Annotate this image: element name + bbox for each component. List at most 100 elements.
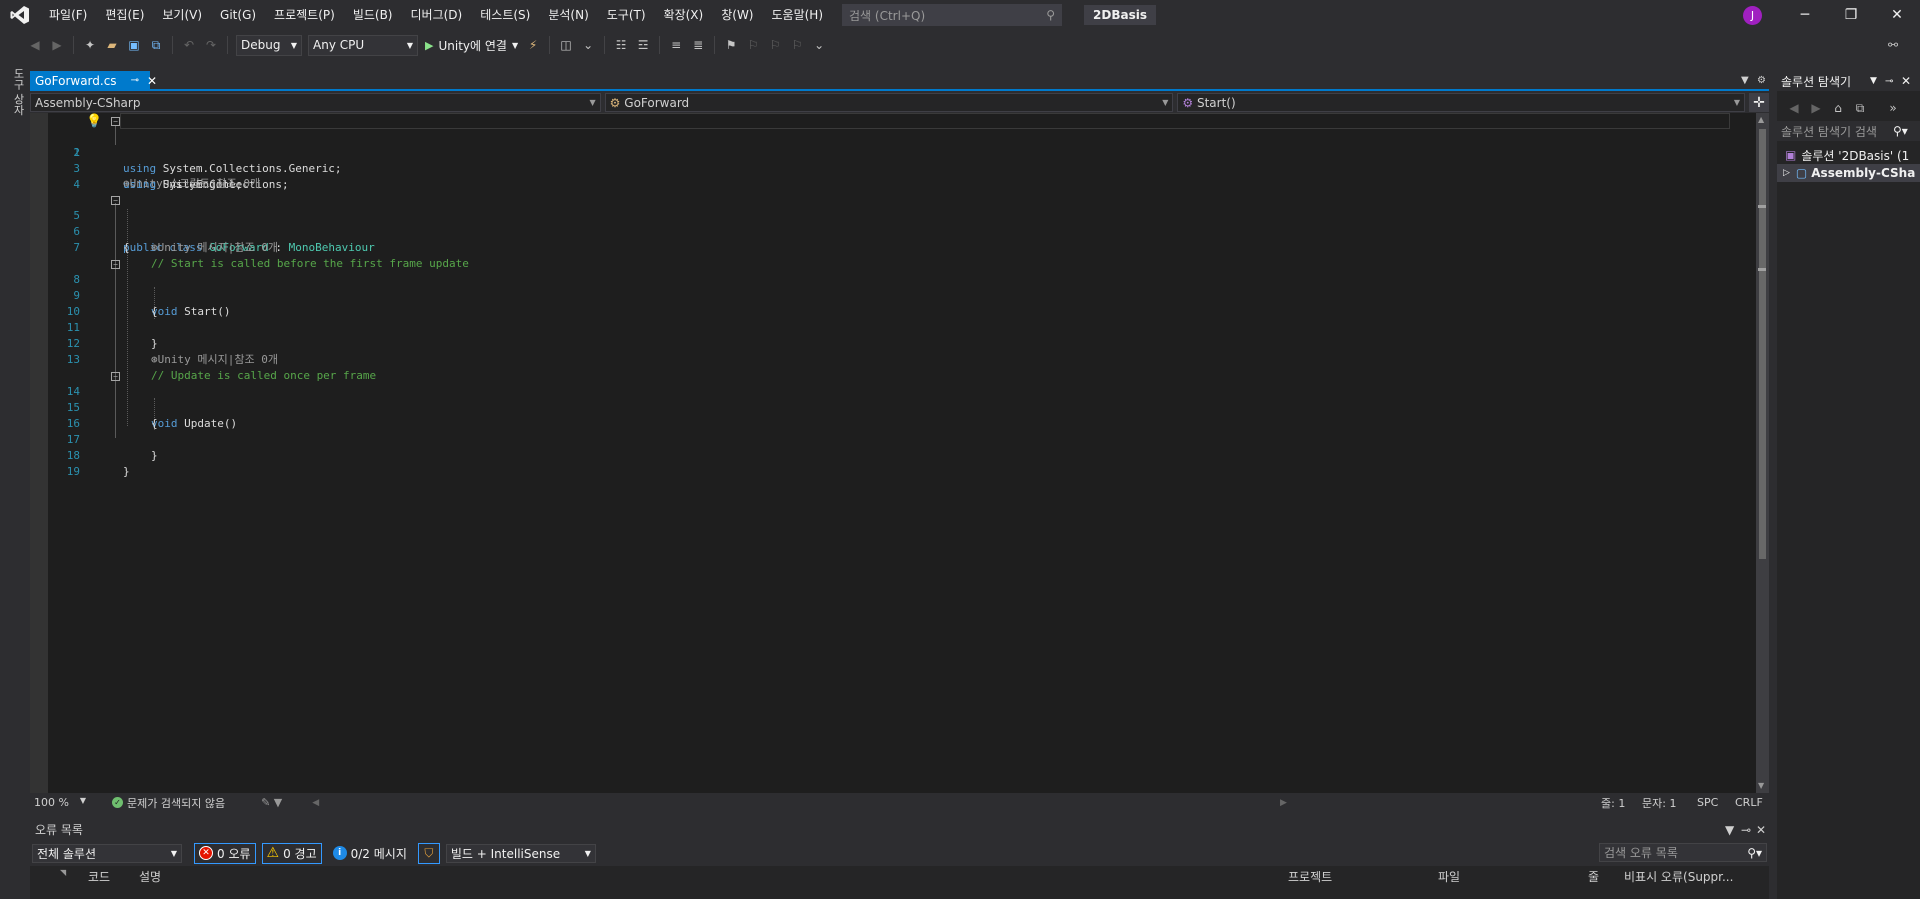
minimize-icon[interactable]: ─ — [1782, 0, 1828, 30]
source-select[interactable]: 빌드 + IntelliSense ▼ — [445, 843, 596, 863]
save-icon[interactable]: ▣ — [124, 35, 144, 55]
solution-explorer-search-input[interactable]: 솔루션 탐색기 검색 ⚲▾ — [1777, 121, 1920, 141]
search-icon[interactable]: ⚲ — [1046, 8, 1055, 22]
editor-vertical-scrollbar[interactable]: ▲ ▼ — [1756, 113, 1769, 793]
column-description[interactable]: 설명 — [139, 868, 161, 885]
configuration-select[interactable]: Debug ▼ — [236, 34, 302, 56]
scroll-up-icon[interactable]: ▲ — [1758, 115, 1764, 124]
live-share-icon[interactable]: ⚯ — [1883, 35, 1903, 55]
code-editor[interactable]: 💡 1 − using System.Collections; 2 using … — [30, 113, 1756, 793]
member-dropdown[interactable]: ⚙ Start() ▼ — [1177, 93, 1746, 112]
toolbar-options-icon[interactable]: ⌄ — [809, 35, 829, 55]
collapse-icon[interactable]: − — [111, 117, 120, 126]
column-indicator[interactable]: 문자: 1 — [1642, 795, 1676, 811]
window-position-icon[interactable]: ▼ — [1725, 823, 1734, 837]
collapse-icon[interactable]: − — [111, 372, 120, 381]
menu-edit[interactable]: 편집(E) — [96, 0, 153, 30]
codelens-start[interactable]: ⊛Unity 메시지|참조 0개 — [151, 240, 278, 256]
undo-icon[interactable]: ↶ — [179, 35, 199, 55]
prev-bookmark-icon[interactable]: ⚐ — [743, 35, 763, 55]
back-icon[interactable]: ◀ — [25, 35, 45, 55]
browser-link-icon[interactable]: ◫ — [556, 35, 576, 55]
menu-project[interactable]: 프로젝트(P) — [265, 0, 344, 30]
pin-icon[interactable]: ⊸ — [1885, 76, 1893, 87]
menu-extensions[interactable]: 확장(X) — [655, 0, 713, 30]
menu-test[interactable]: 테스트(S) — [471, 0, 539, 30]
window-position-icon[interactable]: ▼ — [1870, 76, 1877, 86]
toolbar-overflow-icon[interactable]: » — [1883, 98, 1903, 118]
search-icon[interactable]: ⚲▾ — [1889, 124, 1908, 138]
menu-tools[interactable]: 도구(T) — [598, 0, 655, 30]
sort-icon[interactable]: ◥ — [60, 868, 66, 877]
close-icon[interactable]: ✕ — [1901, 74, 1911, 88]
new-item-icon[interactable]: ✦ — [80, 35, 100, 55]
tab-list-icon[interactable]: ▼ — [1741, 71, 1749, 91]
next-bookmark-icon[interactable]: ⚐ — [765, 35, 785, 55]
scroll-down-icon[interactable]: ▼ — [1758, 781, 1764, 790]
menu-debug[interactable]: 디버그(D) — [402, 0, 472, 30]
menu-build[interactable]: 빌드(B) — [344, 0, 402, 30]
chevron-down-icon[interactable]: ▼ — [512, 41, 518, 50]
pin-icon[interactable]: ⊸ — [131, 75, 139, 86]
health-indicator[interactable]: ✓ 문제가 검색되지 않음 — [112, 795, 225, 811]
visual-studio-logo-icon[interactable] — [0, 0, 40, 30]
tab-goforward[interactable]: GoForward.cs ⊸ ✕ — [30, 71, 157, 90]
messages-filter-button[interactable]: i 0/2 메시지 — [328, 843, 412, 864]
scope-select[interactable]: 전체 솔루션 ▼ — [32, 843, 182, 863]
line-ending-indicator[interactable]: CRLF — [1735, 796, 1763, 809]
column-code[interactable]: 코드 — [88, 868, 110, 885]
search-input[interactable]: 검색 (Ctrl+Q) ⚲ — [842, 4, 1063, 26]
tree-item-project[interactable]: ▷ ▢ Assembly-CSha — [1777, 164, 1920, 182]
hot-reload-icon[interactable]: ⚡ — [523, 35, 543, 55]
scrollbar-thumb[interactable] — [1759, 129, 1766, 559]
errors-filter-button[interactable]: ✕ 0 오류 — [194, 842, 256, 864]
menu-file[interactable]: 파일(F) — [40, 0, 96, 30]
menu-analyze[interactable]: 분석(N) — [539, 0, 597, 30]
back-icon[interactable]: ◀ — [1784, 98, 1804, 118]
filter-icon[interactable]: ⛉ — [417, 842, 440, 864]
uncomment-icon[interactable]: ≣ — [688, 35, 708, 55]
switch-views-icon[interactable]: ⧉ — [1850, 98, 1870, 118]
column-suppression[interactable]: 비표시 오류(Suppr... — [1624, 868, 1733, 885]
tree-item-solution[interactable]: ▣ 솔루션 '2DBasis' (1 — [1785, 146, 1909, 164]
zoom-select[interactable]: 100 % ▼ — [30, 796, 90, 809]
split-window-icon[interactable]: ✛ — [1749, 93, 1769, 112]
codelens-class[interactable]: ⊛Unity 스크립트|참조 0개 — [123, 176, 260, 192]
scroll-left-icon[interactable]: ◀ — [312, 798, 319, 808]
toolbar-overflow-icon[interactable]: ⌄ — [578, 35, 598, 55]
gear-icon[interactable]: ⚙ — [1757, 71, 1766, 91]
line-indicator[interactable]: 줄: 1 — [1601, 795, 1625, 811]
restore-icon[interactable]: ❐ — [1828, 0, 1874, 30]
project-dropdown[interactable]: Assembly-CSharp ▼ — [30, 93, 601, 112]
search-icon[interactable]: ⚲▾ — [1747, 846, 1762, 860]
menu-view[interactable]: 보기(V) — [153, 0, 211, 30]
close-icon[interactable]: ✕ — [1756, 823, 1766, 837]
cleanup-icon[interactable]: ✎ ▼ — [261, 796, 282, 809]
expand-icon[interactable]: ▷ — [1783, 168, 1790, 178]
error-list-search-input[interactable]: 검색 오류 목록 ⚲▾ — [1599, 843, 1767, 862]
toolbox-tab[interactable]: 도구 상자 — [10, 68, 26, 116]
redo-icon[interactable]: ↷ — [201, 35, 221, 55]
column-project[interactable]: 프로젝트 — [1288, 868, 1332, 885]
close-tab-icon[interactable]: ✕ — [147, 74, 157, 88]
save-all-icon[interactable]: ⧉ — [146, 35, 166, 55]
avatar[interactable]: J — [1743, 6, 1762, 25]
forward-icon[interactable]: ▶ — [1806, 98, 1826, 118]
platform-select[interactable]: Any CPU ▼ — [308, 34, 418, 56]
clear-bookmarks-icon[interactable]: ⚐ — [787, 35, 807, 55]
forward-icon[interactable]: ▶ — [47, 35, 67, 55]
column-line[interactable]: 줄 — [1588, 868, 1599, 885]
close-icon[interactable]: ✕ — [1874, 0, 1920, 30]
collapse-icon[interactable]: − — [111, 196, 120, 205]
attach-unity-button[interactable]: ▶ Unity에 연결 ▼ — [421, 37, 522, 54]
class-view-icon[interactable]: ☲ — [633, 35, 653, 55]
lightbulb-icon[interactable]: 💡 — [86, 114, 102, 130]
menu-help[interactable]: 도움말(H) — [763, 0, 833, 30]
whitespace-indicator[interactable]: SPC — [1697, 796, 1718, 809]
warnings-filter-button[interactable]: ⚠ 0 경고 — [261, 842, 322, 864]
home-icon[interactable]: ⌂ — [1828, 98, 1848, 118]
pin-icon[interactable]: ⊸ — [1741, 823, 1751, 837]
scroll-right-icon[interactable]: ▶ — [1280, 798, 1287, 808]
bookmark-icon[interactable]: ⚑ — [721, 35, 741, 55]
column-file[interactable]: 파일 — [1438, 868, 1460, 885]
